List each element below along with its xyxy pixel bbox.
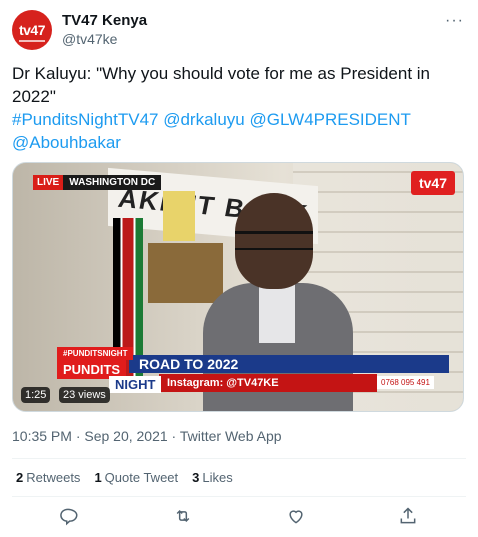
show-title-bottom: NIGHT <box>109 376 162 393</box>
channel-logo: tv47 <box>411 171 455 195</box>
mention-link[interactable]: @drkaluyu <box>163 110 245 129</box>
author-handle[interactable]: @tv47ke <box>62 31 117 47</box>
more-options-icon[interactable]: ··· <box>445 12 464 30</box>
quote-tweets-label: Quote Tweet <box>104 470 179 485</box>
phone-number: 0768 095 491 <box>377 376 434 389</box>
instagram-handle: Instagram: @TV47KE <box>159 374 377 392</box>
quote-tweets-count: 1 <box>94 470 102 485</box>
like-icon[interactable] <box>286 506 312 532</box>
tweet-hashtags: #PunditsNightTV47 @drkaluyu @GLW4PRESIDE… <box>12 108 466 154</box>
retweets-stat[interactable]: 2 Retweets <box>16 470 80 485</box>
share-icon[interactable] <box>398 506 424 532</box>
tweet-stats: 2 Retweets 1 Quote Tweet 3 Likes <box>16 470 233 485</box>
avatar[interactable]: tv47 <box>12 10 52 50</box>
mention-link[interactable]: @Abouhbakar <box>12 133 121 152</box>
location-label: WASHINGTON DC <box>63 175 162 190</box>
speaker-shirt <box>259 283 295 343</box>
tweet-text: Dr Kaluyu: "Why you should vote for me a… <box>12 64 431 106</box>
hashtag-link[interactable]: #PunditsNightTV47 <box>12 110 158 129</box>
retweet-icon[interactable] <box>173 506 199 532</box>
action-bar <box>0 506 478 532</box>
book <box>163 191 195 241</box>
show-hashtag: #PUNDITSNIGHT <box>57 347 134 360</box>
avatar-logo-text: tv47 <box>18 22 46 38</box>
headline: ROAD TO 2022 <box>129 355 449 373</box>
speaker-glasses <box>235 231 313 250</box>
tweet-header: tv47 TV47 Kenya @tv47ke ··· <box>12 10 468 50</box>
divider <box>12 458 466 459</box>
likes-label: Likes <box>202 470 233 485</box>
video-duration: 1:25 <box>21 387 51 403</box>
divider <box>12 496 466 497</box>
likes-count: 3 <box>192 470 200 485</box>
live-indicator: LIVE WASHINGTON DC <box>33 175 162 190</box>
tweet-timestamp[interactable]: 10:35 PM · Sep 20, 2021 · Twitter Web Ap… <box>12 428 282 444</box>
lower-third: ROAD TO 2022 Instagram: @TV47KE #PUNDITS… <box>57 347 449 397</box>
author-name[interactable]: TV47 Kenya <box>62 12 147 29</box>
video-player[interactable]: AKE IT BACK LIVE WASHINGTON DC tv47 ROAD… <box>12 162 464 412</box>
mention-link[interactable]: @GLW4PRESIDENT <box>249 110 410 129</box>
retweets-label: Retweets <box>26 470 81 485</box>
quote-tweets-stat[interactable]: 1 Quote Tweet <box>94 470 178 485</box>
live-label: LIVE <box>33 175 64 190</box>
reply-icon[interactable] <box>58 506 84 532</box>
video-views: 23 views <box>59 387 110 403</box>
retweets-count: 2 <box>16 470 24 485</box>
likes-stat[interactable]: 3 Likes <box>192 470 233 485</box>
avatar-underline <box>19 40 45 42</box>
